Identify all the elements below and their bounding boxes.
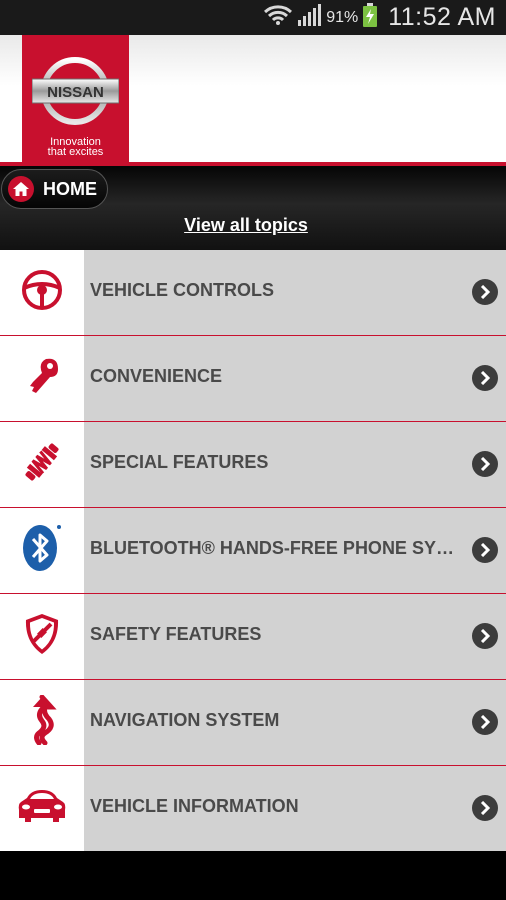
menu-item-label: VEHICLE INFORMATION: [90, 796, 299, 816]
navigation-road-icon: [27, 694, 57, 750]
topics-list: VEHICLE CONTROLS CONVENIENCE SPECIAL FEA…: [0, 250, 506, 852]
view-all-topics-link[interactable]: View all topics: [0, 215, 492, 236]
menu-item-label: SAFETY FEATURES: [90, 624, 262, 644]
shock-absorber-icon: [20, 441, 64, 488]
status-bar: 91% 11:52 AM: [0, 0, 506, 35]
top-nav-bar: HOME View all topics: [0, 166, 506, 250]
chevron-right-icon: [472, 623, 498, 649]
home-icon: [8, 176, 34, 202]
nissan-badge-icon: NISSAN: [32, 57, 119, 125]
logo-tagline: Innovation that excites: [47, 136, 104, 158]
menu-item-label: BLUETOOTH® HANDS-FREE PHONE SYSTEM: [90, 538, 460, 558]
logo-text: NISSAN: [47, 84, 104, 101]
chevron-right-icon: [472, 279, 498, 305]
menu-item-special-features[interactable]: SPECIAL FEATURES: [0, 422, 506, 508]
wifi-icon: [264, 4, 293, 31]
menu-item-convenience[interactable]: CONVENIENCE: [0, 336, 506, 422]
menu-item-label: CONVENIENCE: [90, 366, 223, 386]
safety-shield-icon: [21, 612, 63, 661]
menu-item-label: NAVIGATION SYSTEM: [90, 710, 280, 730]
menu-item-navigation-system[interactable]: NAVIGATION SYSTEM: [0, 680, 506, 766]
menu-item-vehicle-information[interactable]: VEHICLE INFORMATION: [0, 766, 506, 852]
chevron-right-icon: [472, 365, 498, 391]
signal-icon: [298, 4, 322, 31]
bluetooth-icon: [22, 523, 62, 578]
home-button[interactable]: HOME: [1, 169, 108, 209]
menu-item-safety-features[interactable]: SAFETY FEATURES: [0, 594, 506, 680]
chevron-right-icon: [472, 451, 498, 477]
battery-percent: 91%: [326, 8, 359, 26]
steering-wheel-icon: [21, 269, 63, 316]
menu-item-label: SPECIAL FEATURES: [90, 452, 269, 472]
menu-item-label: VEHICLE CONTROLS: [90, 280, 275, 300]
home-label: HOME: [43, 178, 97, 199]
bottom-area: [0, 851, 506, 900]
chevron-right-icon: [472, 795, 498, 821]
nissan-logo: NISSAN Innovation that excites: [22, 35, 129, 162]
app-header: NISSAN Innovation that excites: [0, 35, 506, 166]
key-icon: [22, 355, 62, 402]
car-front-icon: [17, 788, 67, 829]
chevron-right-icon: [472, 709, 498, 735]
menu-item-bluetooth[interactable]: BLUETOOTH® HANDS-FREE PHONE SYSTEM: [0, 508, 506, 594]
chevron-right-icon: [472, 537, 498, 563]
battery-charging-icon: [362, 3, 378, 32]
menu-item-vehicle-controls[interactable]: VEHICLE CONTROLS: [0, 250, 506, 336]
clock-time: 11:52 AM: [388, 3, 496, 31]
